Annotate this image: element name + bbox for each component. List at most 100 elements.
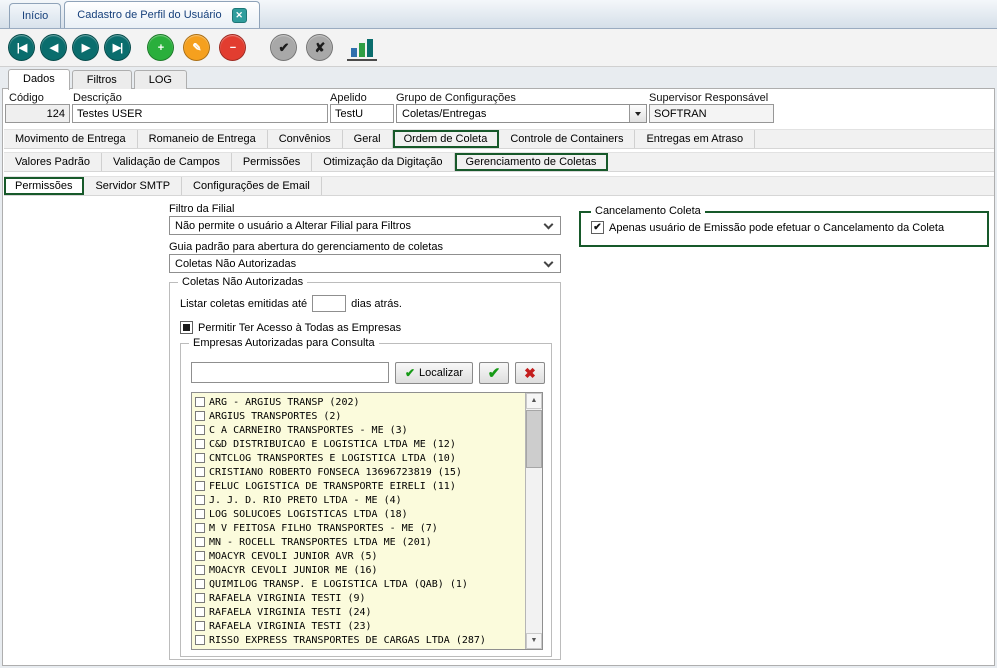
filtro-filial-value: Não permite o usuário a Alterar Filial p… [170,220,545,232]
clear-selection-button[interactable]: ✖ [515,362,545,384]
chart-button[interactable] [347,35,377,61]
toolbar-button-icon: ✔ [279,40,289,56]
close-tab-icon[interactable]: ✕ [232,8,247,23]
filtro-filial-select[interactable]: Não permite o usuário a Alterar Filial p… [169,216,561,235]
company-checkbox[interactable] [195,495,205,505]
last-record-button[interactable]: ▶| [104,34,131,61]
tab-controle-de-containers[interactable]: Controle de Containers [499,130,635,148]
cancelamento-checkbox[interactable]: ✔ [591,221,604,234]
tab-romaneio-de-entrega[interactable]: Romaneio de Entrega [138,130,268,148]
company-list-item[interactable]: RAFAELA VIRGINIA TESTI (24) [195,605,525,619]
main-tab-label: LOG [149,74,172,86]
tab-permissoes-ordem[interactable]: Permissões [232,153,312,171]
company-checkbox[interactable] [195,607,205,617]
company-checkbox[interactable] [195,537,205,547]
delete-button[interactable]: − [219,34,246,61]
company-list-item[interactable]: CNTCLOG TRANSPORTES E LOGISTICA LTDA (10… [195,451,525,465]
descricao-field[interactable] [72,104,328,123]
company-list-item[interactable]: MOACYR CEVOLI JUNIOR AVR (5) [195,549,525,563]
toolbar-button-icon: ✎ [192,41,200,54]
tab-movimento-de-entrega[interactable]: Movimento de Entrega [4,130,138,148]
confirm-button[interactable]: ✔ [270,34,297,61]
tab-log[interactable]: LOG [134,70,187,89]
company-name: M V FEITOSA FILHO TRANSPORTES - ME (7) [209,523,438,534]
company-list-item[interactable]: CRISTIANO ROBERTO FONSECA 13696723819 (1… [195,465,525,479]
tab-geral[interactable]: Geral [343,130,393,148]
scroll-down-button[interactable]: ▼ [526,633,542,649]
record-edit-group: + ✎ − [147,34,246,61]
scroll-up-button[interactable]: ▲ [526,393,542,409]
tab-validacao-de-campos[interactable]: Validação de Campos [102,153,232,171]
previous-record-button[interactable]: ◀ [40,34,67,61]
tab-configuracoes-de-email[interactable]: Configurações de Email [182,177,322,195]
company-checkbox[interactable] [195,509,205,519]
tab-valores-padrao[interactable]: Valores Padrão [4,153,102,171]
list-scrollbar[interactable]: ▲ ▼ [525,393,542,649]
company-list-item[interactable]: ROCELL TRANSPORTES LTDA (20) [195,647,525,649]
company-checkbox[interactable] [195,565,205,575]
apelido-field[interactable] [330,104,394,123]
add-button[interactable]: + [147,34,174,61]
main-tab-label: Dados [23,73,55,85]
company-list-item[interactable]: MOACYR CEVOLI JUNIOR ME (16) [195,563,525,577]
company-list-item[interactable]: MN - ROCELL TRANSPORTES LTDA ME (201) [195,535,525,549]
company-checkbox[interactable] [195,425,205,435]
tab-filtros[interactable]: Filtros [72,70,132,89]
permitir-todas-label: Permitir Ter Acesso à Todas as Empresas [198,322,401,334]
supervisor-field[interactable] [649,104,774,123]
first-record-button[interactable]: |◀ [8,34,35,61]
company-list-item[interactable]: RISSO EXPRESS TRANSPORTES DE CARGAS LTDA… [195,633,525,647]
scroll-thumb[interactable] [526,410,542,468]
company-list-item[interactable]: ARGIUS TRANSPORTES (2) [195,409,525,423]
section-tab-label: Permissões [15,180,72,192]
tab-convenios[interactable]: Convênios [268,130,343,148]
tab-entregas-em-atraso[interactable]: Entregas em Atraso [635,130,755,148]
company-list-item[interactable]: C A CARNEIRO TRANSPORTES - ME (3) [195,423,525,437]
company-list-item[interactable]: RAFAELA VIRGINIA TESTI (9) [195,591,525,605]
tab-servidor-smtp[interactable]: Servidor SMTP [84,177,182,195]
company-checkbox[interactable] [195,593,205,603]
cancel-button[interactable]: ✘ [306,34,333,61]
empresa-search-input[interactable] [191,362,389,383]
tab-otimizacao-da-digitacao[interactable]: Otimização da Digitação [312,153,454,171]
company-checkbox[interactable] [195,481,205,491]
next-record-button[interactable]: ▶ [72,34,99,61]
tab-gerenciamento-de-coletas[interactable]: Gerenciamento de Coletas [455,153,609,171]
company-checkbox[interactable] [195,467,205,477]
tab-dados[interactable]: Dados [8,69,70,90]
dropdown-arrow-button[interactable] [629,105,646,122]
company-checkbox[interactable] [195,397,205,407]
permitir-todas-checkbox[interactable] [180,321,193,334]
company-checkbox[interactable] [195,439,205,449]
tab-inicio[interactable]: Início [9,3,61,28]
confirm-selection-button[interactable]: ✔ [479,362,509,384]
main-tab-strip: Dados Filtros LOG [2,67,189,89]
guia-padrao-select[interactable]: Coletas Não Autorizadas [169,254,561,273]
company-checkbox[interactable] [195,551,205,561]
company-list-item[interactable]: C&D DISTRIBUICAO E LOGISTICA LTDA ME (12… [195,437,525,451]
section-tab-label: Servidor SMTP [95,180,170,192]
company-checkbox[interactable] [195,453,205,463]
apelido-label: Apelido [330,92,367,104]
company-list-item[interactable]: RAFAELA VIRGINIA TESTI (23) [195,619,525,633]
company-checkbox[interactable] [195,523,205,533]
company-list-item[interactable]: J. J. D. RIO PRETO LTDA - ME (4) [195,493,525,507]
company-checkbox[interactable] [195,635,205,645]
localizar-label: Localizar [419,367,463,379]
tab-ordem-de-coleta[interactable]: Ordem de Coleta [393,130,500,148]
company-list-item[interactable]: FELUC LOGISTICA DE TRANSPORTE EIRELI (11… [195,479,525,493]
company-list-item[interactable]: ARG - ARGIUS TRANSP (202) [195,395,525,409]
localizar-button[interactable]: ✔ Localizar [395,362,473,384]
company-list-item[interactable]: QUIMILOG TRANSP. E LOGISTICA LTDA (QAB) … [195,577,525,591]
grupo-configuracoes-select[interactable]: Coletas/Entregas [396,104,647,123]
company-checkbox[interactable] [195,621,205,631]
company-list-item[interactable]: LOG SOLUCOES LOGISTICAS LTDA (18) [195,507,525,521]
tab-cadastro-perfil-usuario[interactable]: Cadastro de Perfil do Usuário ✕ [64,1,259,28]
edit-button[interactable]: ✎ [183,34,210,61]
tab-permissoes-gerenciamento[interactable]: Permissões [4,177,84,195]
company-list-item[interactable]: M V FEITOSA FILHO TRANSPORTES - ME (7) [195,521,525,535]
company-checkbox[interactable] [195,579,205,589]
listar-dias-input[interactable] [312,295,346,312]
company-checkbox[interactable] [195,411,205,421]
section-tab-label: Convênios [279,133,331,145]
